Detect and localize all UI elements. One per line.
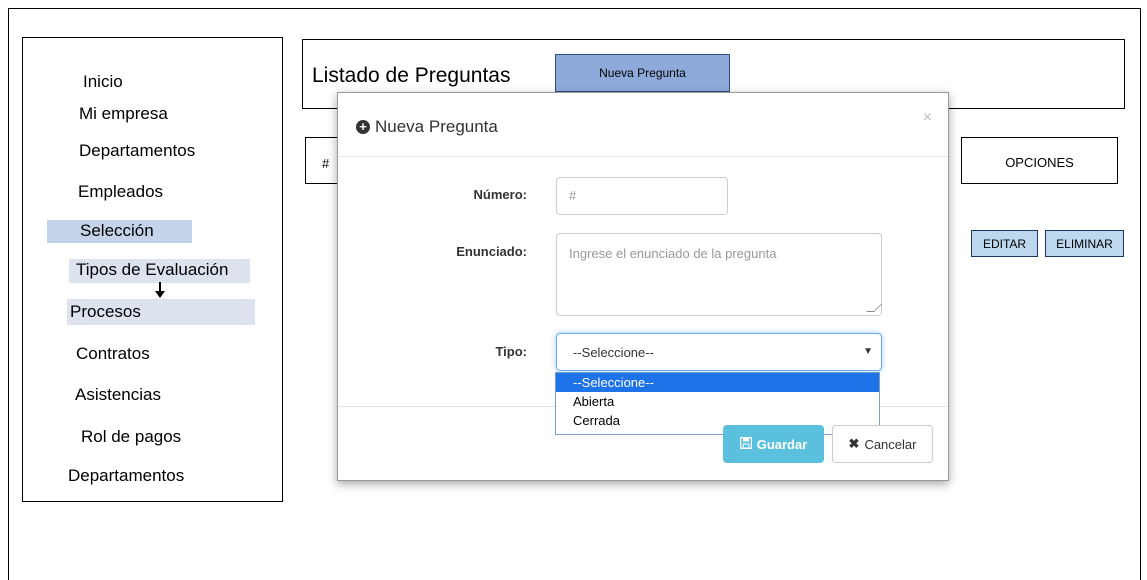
close-icon[interactable]: × bbox=[923, 109, 932, 127]
times-icon: ✖ bbox=[848, 436, 860, 451]
sidebar-item-departamentos-2[interactable]: Departamentos bbox=[68, 465, 184, 487]
edit-button[interactable]: EDITAR bbox=[971, 230, 1038, 257]
modal-title: + Nueva Pregunta bbox=[356, 117, 498, 137]
enunciado-label: Enunciado: bbox=[456, 244, 527, 259]
modal-title-text: Nueva Pregunta bbox=[375, 117, 498, 136]
numero-label: Número: bbox=[473, 187, 527, 202]
sidebar-item-mi-empresa[interactable]: Mi empresa bbox=[79, 103, 168, 125]
sidebar-item-inicio[interactable]: Inicio bbox=[83, 71, 123, 93]
numero-input[interactable]: # bbox=[556, 177, 728, 215]
tipo-option-abierta[interactable]: Abierta bbox=[556, 392, 879, 411]
sidebar-item-rol-de-pagos[interactable]: Rol de pagos bbox=[81, 426, 181, 448]
sidebar-item-departamentos[interactable]: Departamentos bbox=[79, 140, 195, 162]
save-button-label: Guardar bbox=[756, 436, 808, 452]
tipo-option-seleccione[interactable]: --Seleccione-- bbox=[556, 373, 879, 392]
enunciado-textarea[interactable]: Ingrese el enunciado de la pregunta bbox=[556, 233, 882, 316]
sidebar-item-asistencias[interactable]: Asistencias bbox=[75, 384, 161, 406]
modal-header: + Nueva Pregunta × bbox=[338, 93, 948, 157]
save-button[interactable]: Guardar bbox=[723, 425, 824, 463]
caret-down-icon: ▼ bbox=[863, 346, 873, 357]
sidebar-item-tipos-evaluacion[interactable]: Tipos de Evaluación bbox=[69, 259, 250, 283]
sidebar-item-contratos[interactable]: Contratos bbox=[76, 343, 150, 365]
new-question-button[interactable]: Nueva Pregunta bbox=[555, 54, 730, 92]
sidebar-item-seleccion[interactable]: Selección bbox=[47, 220, 192, 243]
sidebar-item-procesos[interactable]: Procesos bbox=[67, 299, 255, 325]
cancel-button-label: Cancelar bbox=[864, 436, 917, 452]
tipo-select-value: --Seleccione-- bbox=[573, 345, 654, 360]
sidebar-item-empleados[interactable]: Empleados bbox=[78, 181, 163, 203]
enunciado-placeholder: Ingrese el enunciado de la pregunta bbox=[569, 246, 777, 261]
table-header-options: OPCIONES bbox=[961, 137, 1118, 184]
floppy-disk-icon bbox=[739, 436, 752, 452]
tipo-dropdown-list: --Seleccione-- Abierta Cerrada bbox=[555, 372, 880, 435]
page-title: Listado de Preguntas bbox=[312, 64, 511, 87]
arrow-down-icon bbox=[155, 282, 165, 298]
cancel-button[interactable]: ✖ Cancelar bbox=[832, 425, 933, 463]
resize-handle-icon[interactable] bbox=[866, 304, 882, 312]
plus-circle-icon: + bbox=[356, 120, 370, 134]
tipo-option-cerrada[interactable]: Cerrada bbox=[556, 411, 879, 430]
tipo-select[interactable]: --Seleccione-- ▼ bbox=[556, 333, 882, 371]
delete-button[interactable]: ELIMINAR bbox=[1045, 230, 1124, 257]
tipo-label: Tipo: bbox=[495, 344, 527, 359]
